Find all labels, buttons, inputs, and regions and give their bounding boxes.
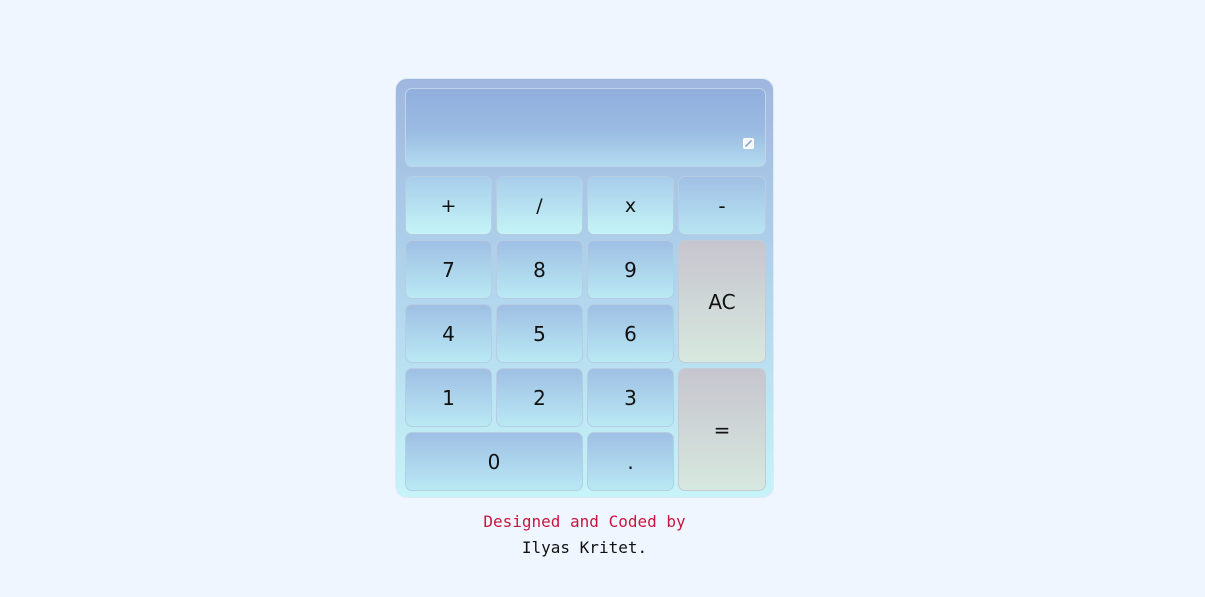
digit-5-button[interactable]: 5 — [496, 304, 583, 363]
credits: Designed and Coded by Ilyas Kritet. — [395, 509, 774, 561]
add-button[interactable]: + — [405, 176, 492, 235]
digit-9-button[interactable]: 9 — [587, 240, 674, 299]
all-clear-button[interactable]: AC — [678, 240, 766, 363]
subtract-button[interactable]: - — [678, 176, 766, 235]
digit-0-button[interactable]: 0 — [405, 432, 583, 491]
digit-4-button[interactable]: 4 — [405, 304, 492, 363]
credits-designed-by: Designed and Coded by — [483, 512, 686, 531]
page: + / x - 7 8 9 AC 4 5 6 1 2 3 = 0 . Desig… — [0, 0, 1205, 597]
divide-button[interactable]: / — [496, 176, 583, 235]
decimal-point-button[interactable]: . — [587, 432, 674, 491]
credits-author: Ilyas Kritet. — [521, 538, 648, 557]
digit-7-button[interactable]: 7 — [405, 240, 492, 299]
resize-handle-icon[interactable] — [743, 138, 754, 149]
calculator: + / x - 7 8 9 AC 4 5 6 1 2 3 = 0 . — [395, 78, 774, 498]
equals-button[interactable]: = — [678, 368, 766, 491]
digit-8-button[interactable]: 8 — [496, 240, 583, 299]
digit-3-button[interactable]: 3 — [587, 368, 674, 427]
digit-1-button[interactable]: 1 — [405, 368, 492, 427]
calculator-display[interactable] — [405, 88, 766, 167]
digit-2-button[interactable]: 2 — [496, 368, 583, 427]
multiply-button[interactable]: x — [587, 176, 674, 235]
digit-6-button[interactable]: 6 — [587, 304, 674, 363]
